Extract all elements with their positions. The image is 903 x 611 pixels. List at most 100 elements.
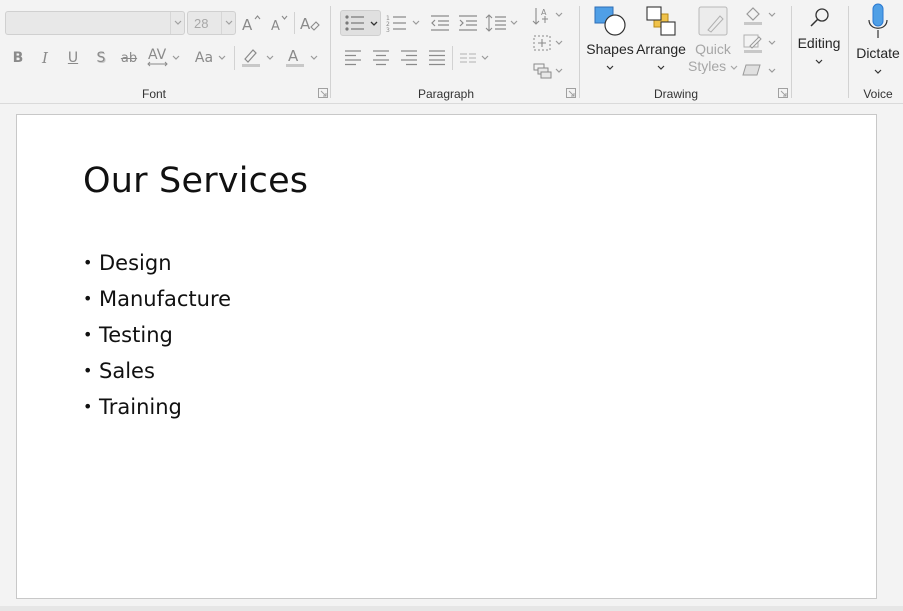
increase-indent-button[interactable] (456, 11, 480, 35)
chevron-down-icon[interactable] (555, 40, 563, 46)
paint-bucket-icon (744, 7, 762, 25)
underline-button[interactable]: U (61, 46, 85, 70)
chevron-down-icon (874, 69, 882, 74)
change-case-label: Aa (194, 50, 214, 66)
pencil-outline-icon (743, 34, 762, 53)
svg-text:A: A (300, 15, 311, 33)
arrange-label: Arrange (636, 41, 686, 57)
quick-styles-button[interactable]: Quick Styles (688, 4, 738, 75)
group-separator (791, 6, 792, 98)
shrink-font-icon: A (271, 15, 288, 32)
italic-button[interactable]: I (33, 46, 57, 70)
chevron-down-icon[interactable] (768, 12, 776, 18)
shape-fill-button[interactable] (741, 3, 765, 27)
justify-button[interactable] (425, 46, 449, 70)
line-spacing-button[interactable] (484, 11, 508, 35)
bullets-button[interactable] (340, 10, 381, 36)
bullet-glyph: • (83, 253, 93, 272)
arrange-button[interactable]: Arrange (636, 4, 686, 74)
chevron-down-icon[interactable] (555, 68, 563, 74)
italic-label: I (42, 49, 48, 67)
strikethrough-button[interactable]: ab (117, 46, 141, 70)
font-color-bar (286, 64, 304, 67)
font-size-dropdown[interactable] (221, 12, 235, 34)
numbering-button[interactable]: 123 (385, 11, 409, 35)
microphone-icon (868, 3, 888, 38)
text-direction-button[interactable]: A (530, 4, 554, 28)
chevron-down-icon[interactable] (481, 55, 489, 61)
bullet-text: Testing (99, 323, 173, 347)
svg-text:3: 3 (386, 27, 390, 32)
clear-formatting-button[interactable]: A (298, 11, 322, 35)
bullet-item[interactable]: • Manufacture (83, 281, 231, 317)
align-left-button[interactable] (341, 46, 365, 70)
chevron-down-icon[interactable] (510, 20, 518, 26)
bullet-list-icon (345, 15, 364, 31)
bullet-list[interactable]: • Design • Manufacture • Testing • Sales • Tr… (83, 245, 231, 425)
chevron-down-icon[interactable] (768, 40, 776, 46)
chevron-down-icon (657, 65, 665, 70)
editing-button[interactable]: Editing (796, 6, 842, 68)
bullet-item[interactable]: • Training (83, 389, 231, 425)
chevron-down-icon[interactable] (266, 55, 274, 61)
bullet-glyph: • (83, 289, 93, 308)
character-spacing-button[interactable]: AV (146, 44, 170, 68)
font-size-value: 28 (194, 16, 209, 31)
highlight-color-bar (242, 64, 260, 67)
chevron-down-icon[interactable] (172, 55, 180, 61)
font-color-button[interactable]: A (283, 45, 307, 69)
dictate-button[interactable]: Dictate (854, 2, 902, 78)
bullet-text: Sales (99, 359, 155, 383)
bullet-item[interactable]: • Testing (83, 317, 231, 353)
align-center-button[interactable] (369, 46, 393, 70)
text-shadow-button[interactable]: S (89, 46, 113, 70)
smartart-button[interactable] (530, 59, 554, 83)
chevron-down-icon[interactable] (768, 68, 776, 74)
change-case-button[interactable]: Aa (192, 46, 216, 70)
align-text-button[interactable] (530, 31, 554, 55)
bullet-item[interactable]: • Design (83, 245, 231, 281)
chevron-down-icon (730, 65, 738, 70)
shape-outline-button[interactable] (741, 31, 765, 55)
bold-button[interactable]: B (6, 46, 30, 70)
slide-canvas[interactable]: Our Services • Design • Manufacture • Testi… (16, 114, 877, 599)
quick-styles-label-line2: Styles (688, 58, 738, 75)
chevron-down-icon[interactable] (412, 20, 420, 26)
align-center-icon (373, 50, 389, 66)
voice-group-label: Voice (863, 87, 893, 101)
paragraph-dialog-launcher-icon[interactable] (566, 88, 576, 98)
increase-indent-icon (459, 15, 477, 31)
highlight-color-button[interactable] (239, 45, 263, 69)
align-right-button[interactable] (397, 46, 421, 70)
font-dialog-launcher-icon[interactable] (318, 88, 328, 98)
character-spacing-label: AV (148, 47, 167, 63)
font-name-dropdown[interactable] (170, 12, 184, 34)
text-shadow-label: S (96, 50, 106, 66)
shapes-button[interactable]: Shapes (586, 4, 634, 74)
shrink-font-button[interactable]: A (268, 11, 292, 35)
bullet-item[interactable]: • Sales (83, 353, 231, 389)
quick-styles-label-text: Styles (688, 58, 727, 74)
shape-effects-button[interactable] (741, 58, 765, 82)
underline-label: U (67, 50, 79, 66)
arrange-icon (646, 6, 676, 36)
decrease-indent-button[interactable] (428, 11, 452, 35)
grow-font-button[interactable]: A (240, 11, 264, 35)
columns-button[interactable] (456, 46, 480, 70)
decrease-indent-icon (431, 15, 449, 31)
font-size-combobox[interactable]: 28 (187, 11, 236, 35)
slide-title[interactable]: Our Services (83, 161, 308, 201)
dictate-label: Dictate (856, 45, 900, 61)
svg-text:A: A (242, 16, 253, 32)
line-spacing-icon (485, 14, 506, 32)
chevron-down-icon[interactable] (218, 55, 226, 61)
bullet-glyph: • (83, 325, 93, 344)
chevron-down-icon[interactable] (555, 12, 563, 18)
shape-effects-icon (742, 64, 761, 76)
character-spacing-icon: AV (147, 47, 168, 67)
font-name-combobox[interactable] (5, 11, 185, 35)
chevron-down-icon[interactable] (310, 55, 318, 61)
drawing-dialog-launcher-icon[interactable] (778, 88, 788, 98)
chevron-down-icon (370, 21, 378, 26)
bullet-text: Design (99, 251, 172, 275)
